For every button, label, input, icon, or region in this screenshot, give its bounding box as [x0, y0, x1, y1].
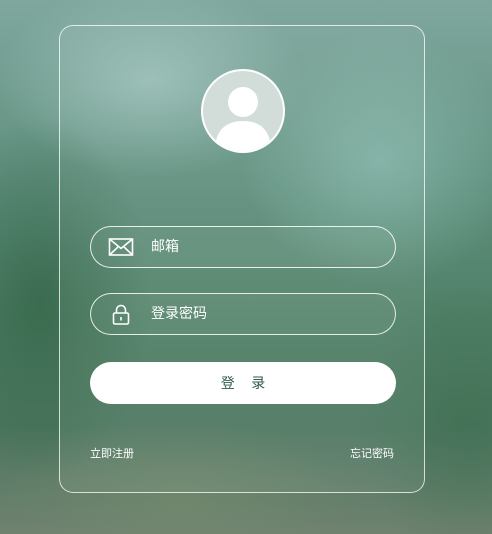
login-card: 登 录 立即注册 忘记密码: [59, 25, 425, 493]
email-input[interactable]: [151, 227, 381, 267]
password-input[interactable]: [151, 294, 381, 334]
avatar: [201, 69, 285, 153]
lock-icon: [112, 304, 130, 325]
register-link[interactable]: 立即注册: [90, 447, 134, 461]
user-avatar-icon: [215, 87, 271, 151]
envelope-icon: [108, 238, 134, 256]
login-button[interactable]: 登 录: [90, 362, 396, 404]
email-field-container[interactable]: [90, 226, 396, 268]
password-field-container[interactable]: [90, 293, 396, 335]
forgot-password-link[interactable]: 忘记密码: [350, 447, 394, 461]
